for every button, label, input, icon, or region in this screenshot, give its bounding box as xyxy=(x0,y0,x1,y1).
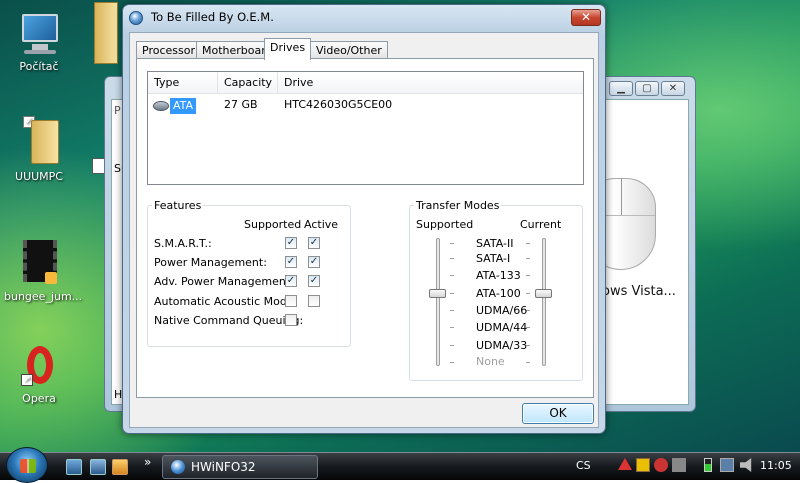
transfer-modes-title: Transfer Modes xyxy=(416,199,500,212)
switch-windows-icon[interactable] xyxy=(90,459,106,475)
power-mgmt-supported-checkbox[interactable]: ✓ xyxy=(285,256,297,268)
folder-icon[interactable] xyxy=(94,2,118,64)
feature-label: Adv. Power Management: xyxy=(154,275,294,288)
feature-label: Automatic Acoustic Mode: xyxy=(154,295,298,308)
acoustic-active-checkbox[interactable] xyxy=(308,295,320,307)
system-info-dialog[interactable]: To Be Filled By O.E.M. ✕ Processor Mothe… xyxy=(122,4,606,434)
transfer-modes-group: Transfer Modes Supported Current SATA-II… xyxy=(409,199,583,381)
cell-drive: HTC426030G5CE00 xyxy=(284,98,393,111)
mode-label: UDMA/66 xyxy=(476,304,528,317)
mode-label: UDMA/33 xyxy=(476,339,528,352)
background-window-text: ows Vista... xyxy=(602,284,676,299)
quicklaunch-overflow-icon[interactable]: » xyxy=(144,455,151,469)
desktop-icon-label: UUUMPC xyxy=(15,170,63,183)
features-title: Features xyxy=(154,199,202,212)
antivirus-icon[interactable] xyxy=(654,458,668,472)
current-mode-slider[interactable] xyxy=(542,238,546,366)
network-icon[interactable] xyxy=(720,458,734,472)
taskbar: » HWiNFO32 CS 11:05 xyxy=(0,447,800,483)
clock[interactable]: 11:05 xyxy=(760,459,792,472)
features-supported-header: Supported xyxy=(244,218,302,231)
hwinfo-icon xyxy=(129,11,143,25)
video-file-icon xyxy=(17,238,61,286)
close-icon[interactable]: ✕ xyxy=(661,81,685,96)
desktop-icon-folder[interactable]: ✓ UUUMPC xyxy=(4,112,74,183)
drives-tab-panel: Type Capacity Drive ATA 27 GB HTC426030G… xyxy=(136,58,594,398)
ncq-supported-checkbox[interactable] xyxy=(285,314,297,326)
feature-label: Power Management: xyxy=(154,256,267,269)
close-button[interactable]: ✕ xyxy=(571,9,601,26)
smart-active-checkbox[interactable]: ✓ xyxy=(308,237,320,249)
feature-label: Native Command Queuing: xyxy=(154,314,304,327)
tab-processor[interactable]: Processor xyxy=(136,41,201,59)
adv-power-active-checkbox[interactable]: ✓ xyxy=(308,275,320,287)
smart-supported-checkbox[interactable]: ✓ xyxy=(285,237,297,249)
volume-icon[interactable] xyxy=(740,458,752,472)
desktop-icon-computer[interactable]: Počítač xyxy=(4,12,74,73)
mode-label: SATA-II xyxy=(476,237,514,250)
folder-icon: ✓ xyxy=(17,112,61,166)
taskbar-item-hwinfo[interactable]: HWiNFO32 xyxy=(162,455,318,479)
features-group: Features Supported Active S.M.A.R.T.: ✓ … xyxy=(147,199,351,347)
media-player-icon[interactable] xyxy=(112,459,128,475)
feature-label: S.M.A.R.T.: xyxy=(154,237,212,250)
sb-icon[interactable] xyxy=(636,458,650,472)
taskbar-item-label: HWiNFO32 xyxy=(191,460,256,474)
warning-icon[interactable] xyxy=(618,458,632,470)
mode-label: ATA-133 xyxy=(476,269,521,282)
cell-capacity: 27 GB xyxy=(224,98,258,111)
current-slider-thumb[interactable] xyxy=(535,289,552,298)
opera-icon: ↗ xyxy=(17,344,61,388)
mode-label: None xyxy=(476,355,505,368)
transfer-current-header: Current xyxy=(520,218,562,231)
tab-video-other[interactable]: Video/Other xyxy=(310,41,388,59)
minimize-icon[interactable]: ▁ xyxy=(609,81,633,96)
mode-label: UDMA/44 xyxy=(476,321,528,334)
computer-icon xyxy=(16,12,62,56)
ok-button[interactable]: OK xyxy=(522,403,594,424)
hard-drive-icon xyxy=(153,101,169,111)
acoustic-supported-checkbox[interactable] xyxy=(285,295,297,307)
table-header: Type Capacity Drive xyxy=(148,72,583,94)
tab-drives[interactable]: Drives xyxy=(264,38,312,60)
desktop-icon-label: Opera xyxy=(22,392,56,405)
column-header-capacity[interactable]: Capacity xyxy=(218,72,278,94)
battery-icon[interactable] xyxy=(704,458,712,472)
supported-mode-slider[interactable] xyxy=(436,238,440,366)
desktop-icon-label: bungee_jum... xyxy=(4,290,83,303)
hwinfo-icon xyxy=(171,460,185,474)
language-indicator[interactable]: CS xyxy=(576,459,591,472)
mode-label: ATA-100 xyxy=(476,287,521,300)
drives-table[interactable]: Type Capacity Drive ATA 27 GB HTC426030G… xyxy=(147,71,584,185)
features-active-header: Active xyxy=(304,218,339,231)
dialog-title: To Be Filled By O.E.M. xyxy=(151,10,274,24)
mode-label: SATA-I xyxy=(476,252,511,265)
desktop-icon-video[interactable]: bungee_jum... xyxy=(4,238,82,303)
column-header-drive[interactable]: Drive xyxy=(278,72,585,94)
cell-type: ATA xyxy=(170,98,197,114)
desktop-icon-label: Počítač xyxy=(19,60,59,73)
adv-power-supported-checkbox[interactable]: ✓ xyxy=(285,275,297,287)
maximize-icon[interactable]: ▢ xyxy=(635,81,659,96)
dialog-client: Processor Motherboard Drives Video/Other… xyxy=(129,32,599,428)
tray-app-icon[interactable] xyxy=(672,458,686,472)
transfer-supported-header: Supported xyxy=(416,218,474,231)
supported-slider-thumb[interactable] xyxy=(429,289,446,298)
start-button[interactable] xyxy=(6,447,48,483)
bg-window-letter: P xyxy=(114,104,121,117)
show-desktop-icon[interactable] xyxy=(66,459,82,475)
power-mgmt-active-checkbox[interactable]: ✓ xyxy=(308,256,320,268)
column-header-type[interactable]: Type xyxy=(148,72,218,94)
desktop-icon-opera[interactable]: ↗ Opera xyxy=(4,344,74,405)
